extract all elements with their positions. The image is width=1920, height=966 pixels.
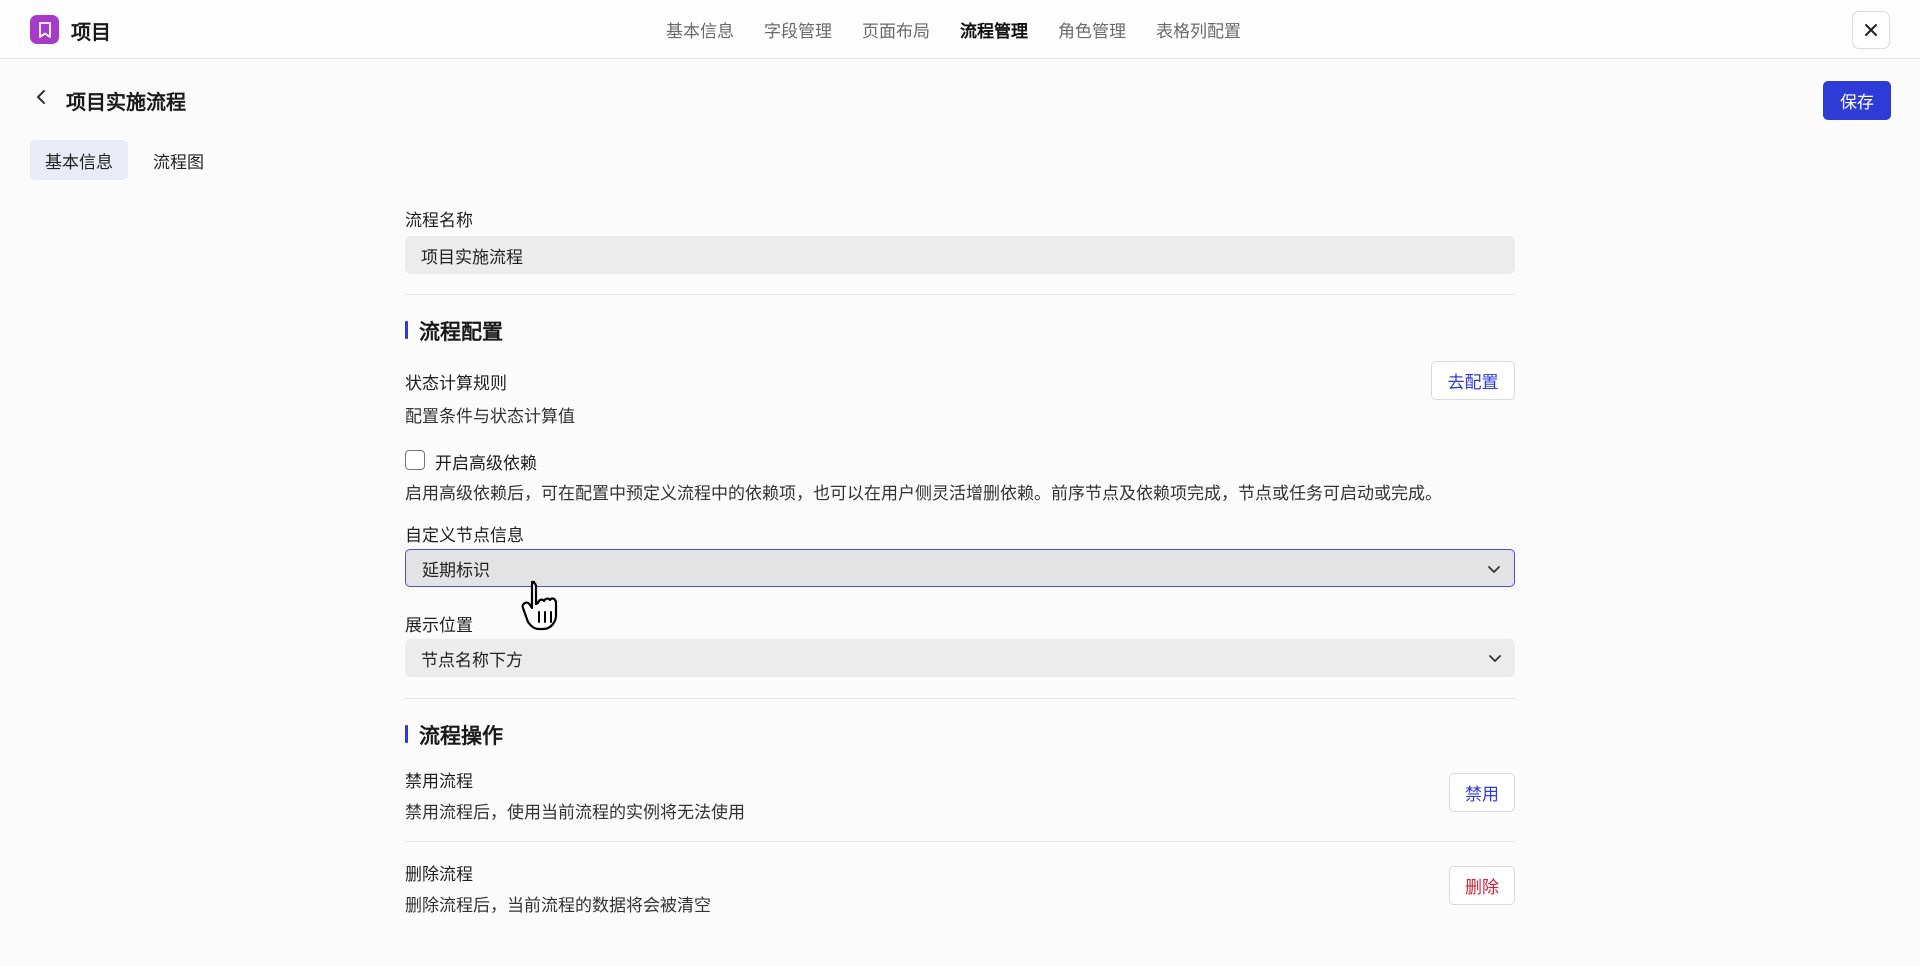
- close-button[interactable]: [1852, 11, 1890, 49]
- process-name-label: 流程名称: [405, 211, 473, 231]
- status-rule-label: 状态计算规则: [405, 374, 507, 394]
- disable-process-label: 禁用流程: [405, 772, 473, 792]
- tab-bar: 基本信息 流程图: [30, 140, 219, 180]
- display-position-select[interactable]: 节点名称下方: [405, 639, 1515, 677]
- nav-field-management[interactable]: 字段管理: [764, 17, 832, 42]
- nav-process-management[interactable]: 流程管理: [960, 17, 1028, 42]
- disable-button[interactable]: 禁用: [1449, 773, 1515, 812]
- process-name-field[interactable]: 项目实施流程: [405, 236, 1515, 274]
- top-nav: 基本信息 字段管理 页面布局 流程管理 角色管理 表格列配置: [666, 17, 1271, 42]
- custom-node-info-value: 延期标识: [422, 560, 490, 581]
- bookmark-icon[interactable]: [30, 15, 59, 44]
- display-position-value: 节点名称下方: [421, 650, 523, 671]
- tab-basic-info[interactable]: 基本信息: [30, 140, 128, 180]
- advanced-dependency-checkbox[interactable]: [405, 450, 425, 470]
- chevron-down-icon: [1489, 655, 1501, 662]
- section-title-operations: 流程操作: [405, 720, 503, 750]
- save-button[interactable]: 保存: [1823, 81, 1891, 120]
- disable-process-description: 禁用流程后，使用当前流程的实例将无法使用: [405, 803, 745, 823]
- close-icon: [1865, 24, 1877, 36]
- back-button[interactable]: [30, 86, 52, 108]
- display-position-label: 展示位置: [405, 616, 473, 636]
- custom-node-info-label: 自定义节点信息: [405, 526, 524, 546]
- custom-node-info-select[interactable]: 延期标识: [405, 549, 1515, 587]
- top-bar: 项目 基本信息 字段管理 页面布局 流程管理 角色管理 表格列配置: [0, 0, 1920, 59]
- delete-process-label: 删除流程: [405, 865, 473, 885]
- configure-button[interactable]: 去配置: [1431, 361, 1515, 400]
- advanced-dependency-description: 启用高级依赖后，可在配置中预定义流程中的依赖项，也可以在用户侧灵活增删依赖。前序…: [405, 484, 1442, 504]
- section-title-config: 流程配置: [405, 316, 503, 346]
- app-title: 项目: [71, 20, 111, 44]
- nav-basic-info[interactable]: 基本信息: [666, 17, 734, 42]
- tab-flowchart[interactable]: 流程图: [138, 140, 219, 180]
- divider: [405, 294, 1515, 295]
- divider: [405, 698, 1515, 699]
- status-rule-description: 配置条件与状态计算值: [405, 407, 575, 427]
- page-title: 项目实施流程: [66, 90, 186, 114]
- delete-button[interactable]: 删除: [1449, 866, 1515, 905]
- hand-cursor-icon: [521, 580, 558, 631]
- divider: [405, 841, 1515, 842]
- nav-role-management[interactable]: 角色管理: [1058, 17, 1126, 42]
- nav-page-layout[interactable]: 页面布局: [862, 17, 930, 42]
- advanced-dependency-label[interactable]: 开启高级依赖: [435, 449, 537, 474]
- chevron-left-icon: [37, 90, 45, 104]
- nav-table-column-config[interactable]: 表格列配置: [1156, 17, 1241, 42]
- chevron-down-icon: [1488, 566, 1500, 573]
- delete-process-description: 删除流程后，当前流程的数据将会被清空: [405, 896, 711, 916]
